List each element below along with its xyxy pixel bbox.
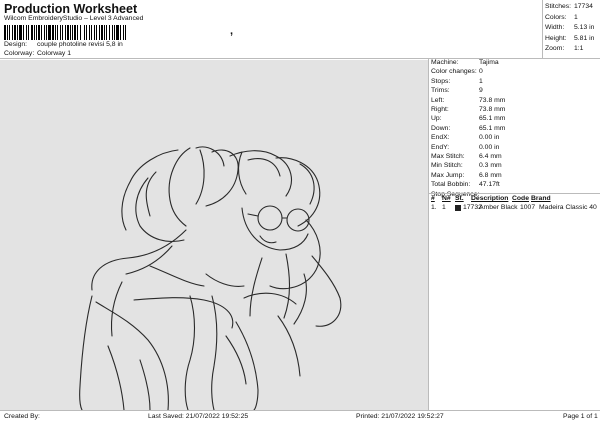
info-row: Total Bobbin: 47.17ft bbox=[431, 181, 500, 189]
info-row: Stops: 1 bbox=[431, 77, 483, 85]
row-code: 1007 bbox=[520, 204, 536, 211]
info-row: EndY: 0.00 in bbox=[431, 143, 500, 151]
info-row: Left: 73.8 mm bbox=[431, 96, 506, 104]
row-stitches: 17732 bbox=[463, 204, 482, 211]
row-needle: 1 bbox=[442, 204, 446, 211]
machine-info-panel: Machine: Tajima Color changes: 0 Stops: 1 T… bbox=[431, 58, 505, 199]
col-needle: N# bbox=[442, 195, 451, 202]
canvas-divider bbox=[428, 58, 429, 410]
info-row: Max Stitch: 6.4 mm bbox=[431, 153, 502, 161]
colorway-label: Colorway: bbox=[4, 50, 35, 57]
stat-height: Height: 5.81 in bbox=[545, 34, 595, 42]
stat-width: Width: 5.13 in bbox=[545, 24, 595, 31]
info-row: Right: 73.8 mm bbox=[431, 106, 506, 114]
info-row: Min Stitch: 0.3 mm bbox=[431, 162, 502, 170]
design-stats: Stitches: 17734 Colors: 1 Width: 5.13 in He… bbox=[545, 2, 594, 55]
color-swatch bbox=[455, 204, 461, 211]
design-row: Design: couple photoline revisi 5,8 in bbox=[4, 41, 123, 48]
barcode bbox=[4, 25, 226, 40]
col-num: # bbox=[431, 195, 435, 202]
barcode-tail: , bbox=[230, 25, 234, 37]
design-value: couple photoline revisi 5,8 in bbox=[37, 41, 123, 48]
colorway-row: Colorway: Colorway 1 bbox=[4, 50, 71, 57]
info-row: Down: 65.1 mm bbox=[431, 124, 506, 132]
row-brand: Madeira Classic 40 bbox=[539, 204, 597, 211]
table-row: 1. 1 17732 Amber Black 1007 Madeira Clas… bbox=[431, 204, 597, 211]
software-subtitle: Wilcom EmbroideryStudio – Level 3 Advanc… bbox=[4, 15, 144, 22]
col-code: Code bbox=[512, 195, 529, 202]
info-row: Machine: Tajima bbox=[431, 59, 499, 66]
col-description: Description bbox=[471, 195, 509, 202]
footer-page: Page 1 of 1 bbox=[563, 413, 598, 420]
stat-colors: Colors: 1 bbox=[545, 13, 578, 21]
footer-printed: Printed: 21/07/2022 19:52:27 bbox=[356, 413, 444, 420]
colorway-value: Colorway 1 bbox=[37, 50, 71, 57]
stats-divider bbox=[542, 0, 543, 58]
footer-created-by: Created By: bbox=[4, 413, 40, 420]
embroidery-line-art bbox=[79, 146, 342, 410]
row-num: 1. bbox=[431, 204, 437, 211]
stop-sequence-divider bbox=[429, 193, 600, 194]
col-stitches: St. bbox=[455, 195, 464, 202]
stat-zoom: Zoom: 1:1 bbox=[545, 45, 584, 52]
row-description: Amber Black bbox=[479, 204, 518, 211]
info-row: EndX: 0.00 in bbox=[431, 134, 500, 142]
design-label: Design: bbox=[4, 41, 28, 48]
info-row: Max Jump: 6.8 mm bbox=[431, 171, 502, 179]
footer-divider bbox=[0, 410, 600, 411]
worksheet-title: Production Worksheet bbox=[4, 2, 138, 16]
footer-last-saved: Last Saved: 21/07/2022 19:52:25 bbox=[148, 413, 249, 420]
design-preview-canvas bbox=[0, 60, 428, 410]
col-brand: Brand bbox=[531, 195, 551, 202]
info-row: Color changes: 0 bbox=[431, 68, 483, 76]
header-divider bbox=[0, 58, 600, 59]
info-row: Up: 65.1 mm bbox=[431, 115, 506, 123]
stat-stitches: Stitches: 17734 bbox=[545, 3, 593, 10]
stop-sequence-header: # N# St. Description Code Brand bbox=[431, 195, 551, 202]
info-row: Trims: 9 bbox=[431, 87, 483, 95]
